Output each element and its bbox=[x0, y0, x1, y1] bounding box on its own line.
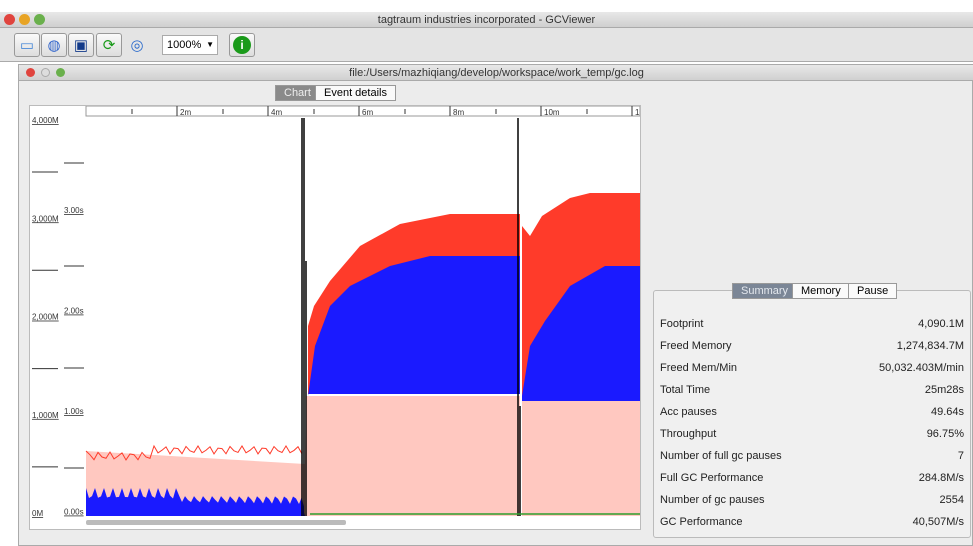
summary-row: Freed Memory 1,274,834.7M bbox=[654, 335, 970, 357]
summary-label: Number of full gc pauses bbox=[660, 450, 782, 462]
tab-event-details[interactable]: Event details bbox=[315, 85, 396, 101]
summary-label: Footprint bbox=[660, 318, 704, 330]
summary-row: Total Time 25m28s bbox=[654, 379, 970, 401]
summary-row: Number of full gc pauses 7 bbox=[654, 445, 970, 467]
document-title-bar: file:/Users/mazhiqiang/develop/workspace… bbox=[19, 65, 973, 81]
summary-value: 25m28s bbox=[924, 384, 964, 396]
watch-icon[interactable]: ◎ bbox=[124, 33, 150, 57]
open-url-icon[interactable]: ◍ bbox=[41, 33, 67, 57]
summary-row: Full GC Performance 284.8M/s bbox=[654, 467, 970, 489]
refresh-icon[interactable]: ⟳ bbox=[96, 33, 122, 57]
memory-tick-label: 1,000M bbox=[32, 411, 59, 420]
summary-value: 96.75% bbox=[926, 428, 964, 440]
summary-value: 7 bbox=[957, 450, 964, 462]
pause-tick-label: 3.00s bbox=[64, 206, 84, 215]
summary-value: 40,507M/s bbox=[912, 516, 964, 528]
close-button[interactable] bbox=[4, 14, 15, 25]
time-tick-label: 1 bbox=[635, 108, 640, 117]
info-button[interactable]: i bbox=[229, 33, 255, 57]
memory-tick-label: 2,000M bbox=[32, 313, 59, 322]
tab-chart[interactable]: Chart bbox=[275, 85, 320, 101]
memory-tick-label: 4,000M bbox=[32, 116, 59, 125]
toolbar: ▭ ◍ ▣ ⟳ ◎ 1000% ▼ i bbox=[0, 28, 973, 62]
summary-row: Footprint 4,090.1M bbox=[654, 313, 970, 335]
tab-memory[interactable]: Memory bbox=[792, 283, 850, 299]
open-file-icon[interactable]: ▭ bbox=[14, 33, 40, 57]
summary-value: 4,090.1M bbox=[918, 318, 964, 330]
summary-value: 284.8M/s bbox=[918, 472, 964, 484]
zoom-button[interactable] bbox=[56, 68, 65, 77]
time-tick-label: 8m bbox=[453, 108, 464, 117]
summary-panel: Summary Memory Pause Footprint 4,090.1M Fr… bbox=[653, 283, 971, 538]
tab-summary[interactable]: Summary bbox=[732, 283, 798, 299]
summary-label: Acc pauses bbox=[660, 406, 717, 418]
pause-tick-label: 1.00s bbox=[64, 407, 84, 416]
summary-row: Number of gc pauses 2554 bbox=[654, 489, 970, 511]
time-tick-label: 10m bbox=[544, 108, 560, 117]
zoom-select[interactable]: 1000% ▼ bbox=[162, 35, 218, 55]
chevron-down-icon: ▼ bbox=[206, 40, 214, 49]
summary-label: Throughput bbox=[660, 428, 717, 440]
close-button[interactable] bbox=[26, 68, 35, 77]
summary-value: 2554 bbox=[939, 494, 964, 506]
time-tick-label: 6m bbox=[362, 108, 373, 117]
save-icon[interactable]: ▣ bbox=[68, 33, 94, 57]
zoom-value: 1000% bbox=[167, 39, 202, 51]
summary-label: Freed Mem/Min bbox=[660, 362, 738, 374]
pause-tick-label: 2.00s bbox=[64, 307, 84, 316]
app-title: tagtraum industries incorporated - GCVie… bbox=[377, 14, 596, 26]
summary-label: Number of gc pauses bbox=[660, 494, 765, 506]
memory-tick-label: 3,000M bbox=[32, 214, 59, 223]
summary-value: 1,274,834.7M bbox=[896, 340, 964, 352]
document-title: file:/Users/mazhiqiang/develop/workspace… bbox=[349, 67, 644, 79]
zoom-button[interactable] bbox=[34, 14, 45, 25]
summary-label: Total Time bbox=[660, 384, 711, 396]
horizontal-scrollbar[interactable] bbox=[86, 520, 346, 525]
time-tick-label: 4m bbox=[271, 108, 282, 117]
pause-tick-label: 0.00s bbox=[64, 508, 84, 517]
document-window: file:/Users/mazhiqiang/develop/workspace… bbox=[18, 64, 973, 546]
time-tick-label: 2m bbox=[180, 108, 191, 117]
app-title-bar: tagtraum industries incorporated - GCVie… bbox=[0, 12, 973, 28]
memory-tick-label: 0M bbox=[32, 509, 43, 518]
info-icon: i bbox=[233, 36, 251, 54]
gc-chart: 2m 4m 6m 8m 10m 1 4,000M 3,000M 2,000M 1,000M 0M 3.… bbox=[29, 105, 641, 530]
tab-pause[interactable]: Pause bbox=[848, 283, 898, 299]
minimize-button[interactable] bbox=[41, 68, 50, 77]
summary-value: 49.64s bbox=[930, 406, 964, 418]
summary-row: Freed Mem/Min 50,032.403M/min bbox=[654, 357, 970, 379]
minimize-button[interactable] bbox=[19, 14, 30, 25]
summary-row: Acc pauses 49.64s bbox=[654, 401, 970, 423]
chart-canvas: 2m 4m 6m 8m 10m 1 4,000M 3,000M 2,000M 1,000M 0M 3.… bbox=[32, 105, 641, 525]
summary-row: GC Performance 40,507M/s bbox=[654, 511, 970, 533]
summary-row: Throughput 96.75% bbox=[654, 423, 970, 445]
total-heap-area bbox=[522, 401, 640, 516]
summary-label: Full GC Performance bbox=[660, 472, 764, 484]
summary-label: Freed Memory bbox=[660, 340, 732, 352]
summary-value: 50,032.403M/min bbox=[879, 362, 964, 374]
summary-label: GC Performance bbox=[660, 516, 743, 528]
